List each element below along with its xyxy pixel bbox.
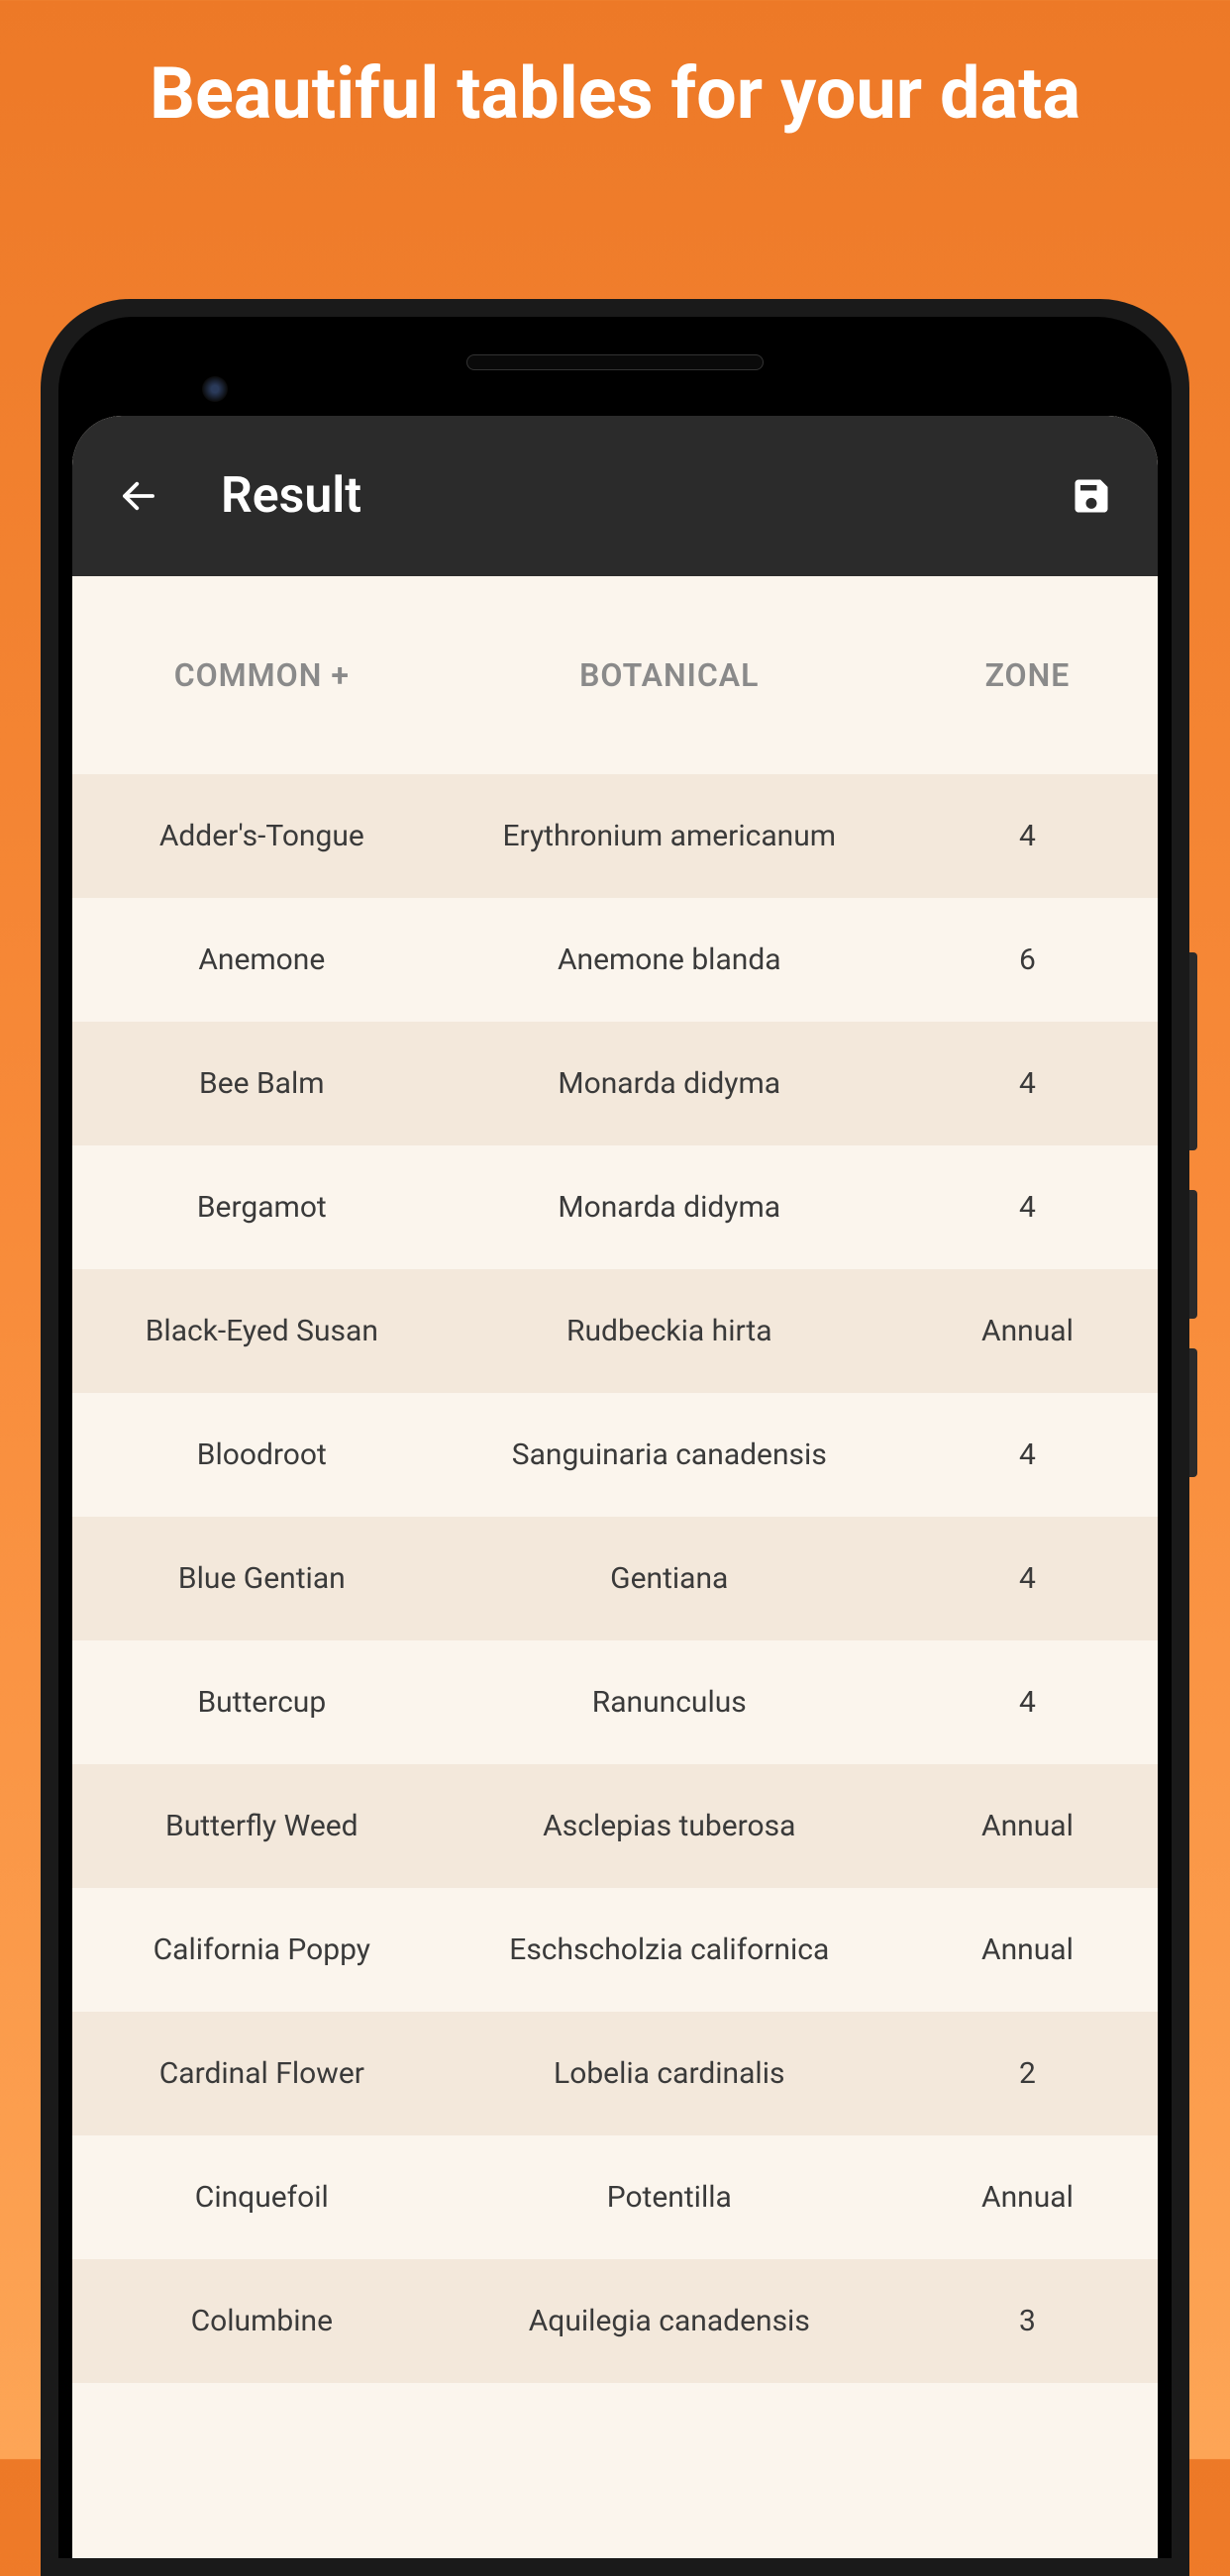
cell-botanical: Monarda didyma bbox=[442, 1190, 897, 1225]
arrow-back-icon bbox=[118, 475, 159, 517]
table-row[interactable]: California PoppyEschscholzia californica… bbox=[72, 1888, 1158, 2012]
phone-speaker bbox=[466, 354, 764, 370]
cell-common: Blue Gentian bbox=[72, 1561, 442, 1596]
cell-zone: Annual bbox=[897, 1809, 1158, 1843]
table-row[interactable]: Black-Eyed SusanRudbeckia hirtaAnnual bbox=[72, 1269, 1158, 1393]
phone-side-button bbox=[1189, 952, 1197, 1150]
cell-common: Bergamot bbox=[72, 1190, 442, 1225]
phone-camera bbox=[202, 376, 228, 402]
cell-botanical: Gentiana bbox=[442, 1561, 897, 1596]
cell-botanical: Eschscholzia californica bbox=[442, 1932, 897, 1967]
cell-zone: 4 bbox=[897, 819, 1158, 853]
column-header-botanical[interactable]: BOTANICAL bbox=[442, 656, 897, 694]
table-row[interactable]: Bee BalmMonarda didyma4 bbox=[72, 1022, 1158, 1145]
cell-botanical: Aquilegia canadensis bbox=[442, 2304, 897, 2338]
table-row[interactable]: CinquefoilPotentillaAnnual bbox=[72, 2135, 1158, 2259]
phone-bezel: Result COMMON + BOTANICAL ZONE Adder's-T… bbox=[58, 317, 1172, 2558]
promo-title: Beautiful tables for your data bbox=[0, 0, 1230, 139]
table-row[interactable]: BergamotMonarda didyma4 bbox=[72, 1145, 1158, 1269]
cell-botanical: Potentilla bbox=[442, 2180, 897, 2215]
cell-common: Cinquefoil bbox=[72, 2180, 442, 2215]
cell-common: Buttercup bbox=[72, 1685, 442, 1720]
cell-zone: 4 bbox=[897, 1685, 1158, 1720]
save-icon bbox=[1070, 474, 1113, 518]
phone-frame: Result COMMON + BOTANICAL ZONE Adder's-T… bbox=[41, 299, 1189, 2576]
cell-zone: 4 bbox=[897, 1066, 1158, 1101]
cell-botanical: Asclepias tuberosa bbox=[442, 1809, 897, 1843]
app-bar: Result bbox=[72, 416, 1158, 576]
cell-botanical: Sanguinaria canadensis bbox=[442, 1437, 897, 1472]
table-row[interactable]: Blue GentianGentiana4 bbox=[72, 1517, 1158, 1640]
cell-common: Bloodroot bbox=[72, 1437, 442, 1472]
table-body: Adder's-TongueErythronium americanum4Ane… bbox=[72, 774, 1158, 2383]
cell-common: California Poppy bbox=[72, 1932, 442, 1967]
cell-zone: 4 bbox=[897, 1190, 1158, 1225]
table-row[interactable]: BloodrootSanguinaria canadensis4 bbox=[72, 1393, 1158, 1517]
back-button[interactable] bbox=[104, 461, 173, 531]
table-row[interactable]: Adder's-TongueErythronium americanum4 bbox=[72, 774, 1158, 898]
cell-zone: 2 bbox=[897, 2056, 1158, 2091]
cell-zone: 3 bbox=[897, 2304, 1158, 2338]
cell-common: Anemone bbox=[72, 942, 442, 977]
phone-side-button bbox=[1189, 1348, 1197, 1477]
cell-zone: Annual bbox=[897, 2180, 1158, 2215]
phone-side-button bbox=[1189, 1190, 1197, 1319]
cell-common: Columbine bbox=[72, 2304, 442, 2338]
cell-zone: 4 bbox=[897, 1561, 1158, 1596]
save-button[interactable] bbox=[1057, 461, 1126, 531]
cell-zone: Annual bbox=[897, 1932, 1158, 1967]
cell-common: Butterfly Weed bbox=[72, 1809, 442, 1843]
table-row[interactable]: ButtercupRanunculus4 bbox=[72, 1640, 1158, 1764]
cell-zone: 6 bbox=[897, 942, 1158, 977]
data-table: COMMON + BOTANICAL ZONE Adder's-TongueEr… bbox=[72, 576, 1158, 2558]
cell-botanical: Monarda didyma bbox=[442, 1066, 897, 1101]
cell-common: Adder's-Tongue bbox=[72, 819, 442, 853]
column-header-common[interactable]: COMMON + bbox=[72, 656, 442, 694]
page-title: Result bbox=[221, 467, 1057, 525]
cell-botanical: Rudbeckia hirta bbox=[442, 1314, 897, 1348]
cell-botanical: Ranunculus bbox=[442, 1685, 897, 1720]
cell-common: Bee Balm bbox=[72, 1066, 442, 1101]
cell-common: Black-Eyed Susan bbox=[72, 1314, 442, 1348]
cell-zone: Annual bbox=[897, 1314, 1158, 1348]
cell-botanical: Anemone blanda bbox=[442, 942, 897, 977]
table-row[interactable]: ColumbineAquilegia canadensis3 bbox=[72, 2259, 1158, 2383]
cell-botanical: Lobelia cardinalis bbox=[442, 2056, 897, 2091]
app-screen: Result COMMON + BOTANICAL ZONE Adder's-T… bbox=[72, 416, 1158, 2558]
cell-zone: 4 bbox=[897, 1437, 1158, 1472]
table-row[interactable]: Butterfly WeedAsclepias tuberosaAnnual bbox=[72, 1764, 1158, 1888]
table-row[interactable]: AnemoneAnemone blanda6 bbox=[72, 898, 1158, 1022]
table-header-row: COMMON + BOTANICAL ZONE bbox=[72, 576, 1158, 774]
cell-botanical: Erythronium americanum bbox=[442, 819, 897, 853]
cell-common: Cardinal Flower bbox=[72, 2056, 442, 2091]
table-row[interactable]: Cardinal FlowerLobelia cardinalis2 bbox=[72, 2012, 1158, 2135]
column-header-zone[interactable]: ZONE bbox=[897, 656, 1158, 694]
